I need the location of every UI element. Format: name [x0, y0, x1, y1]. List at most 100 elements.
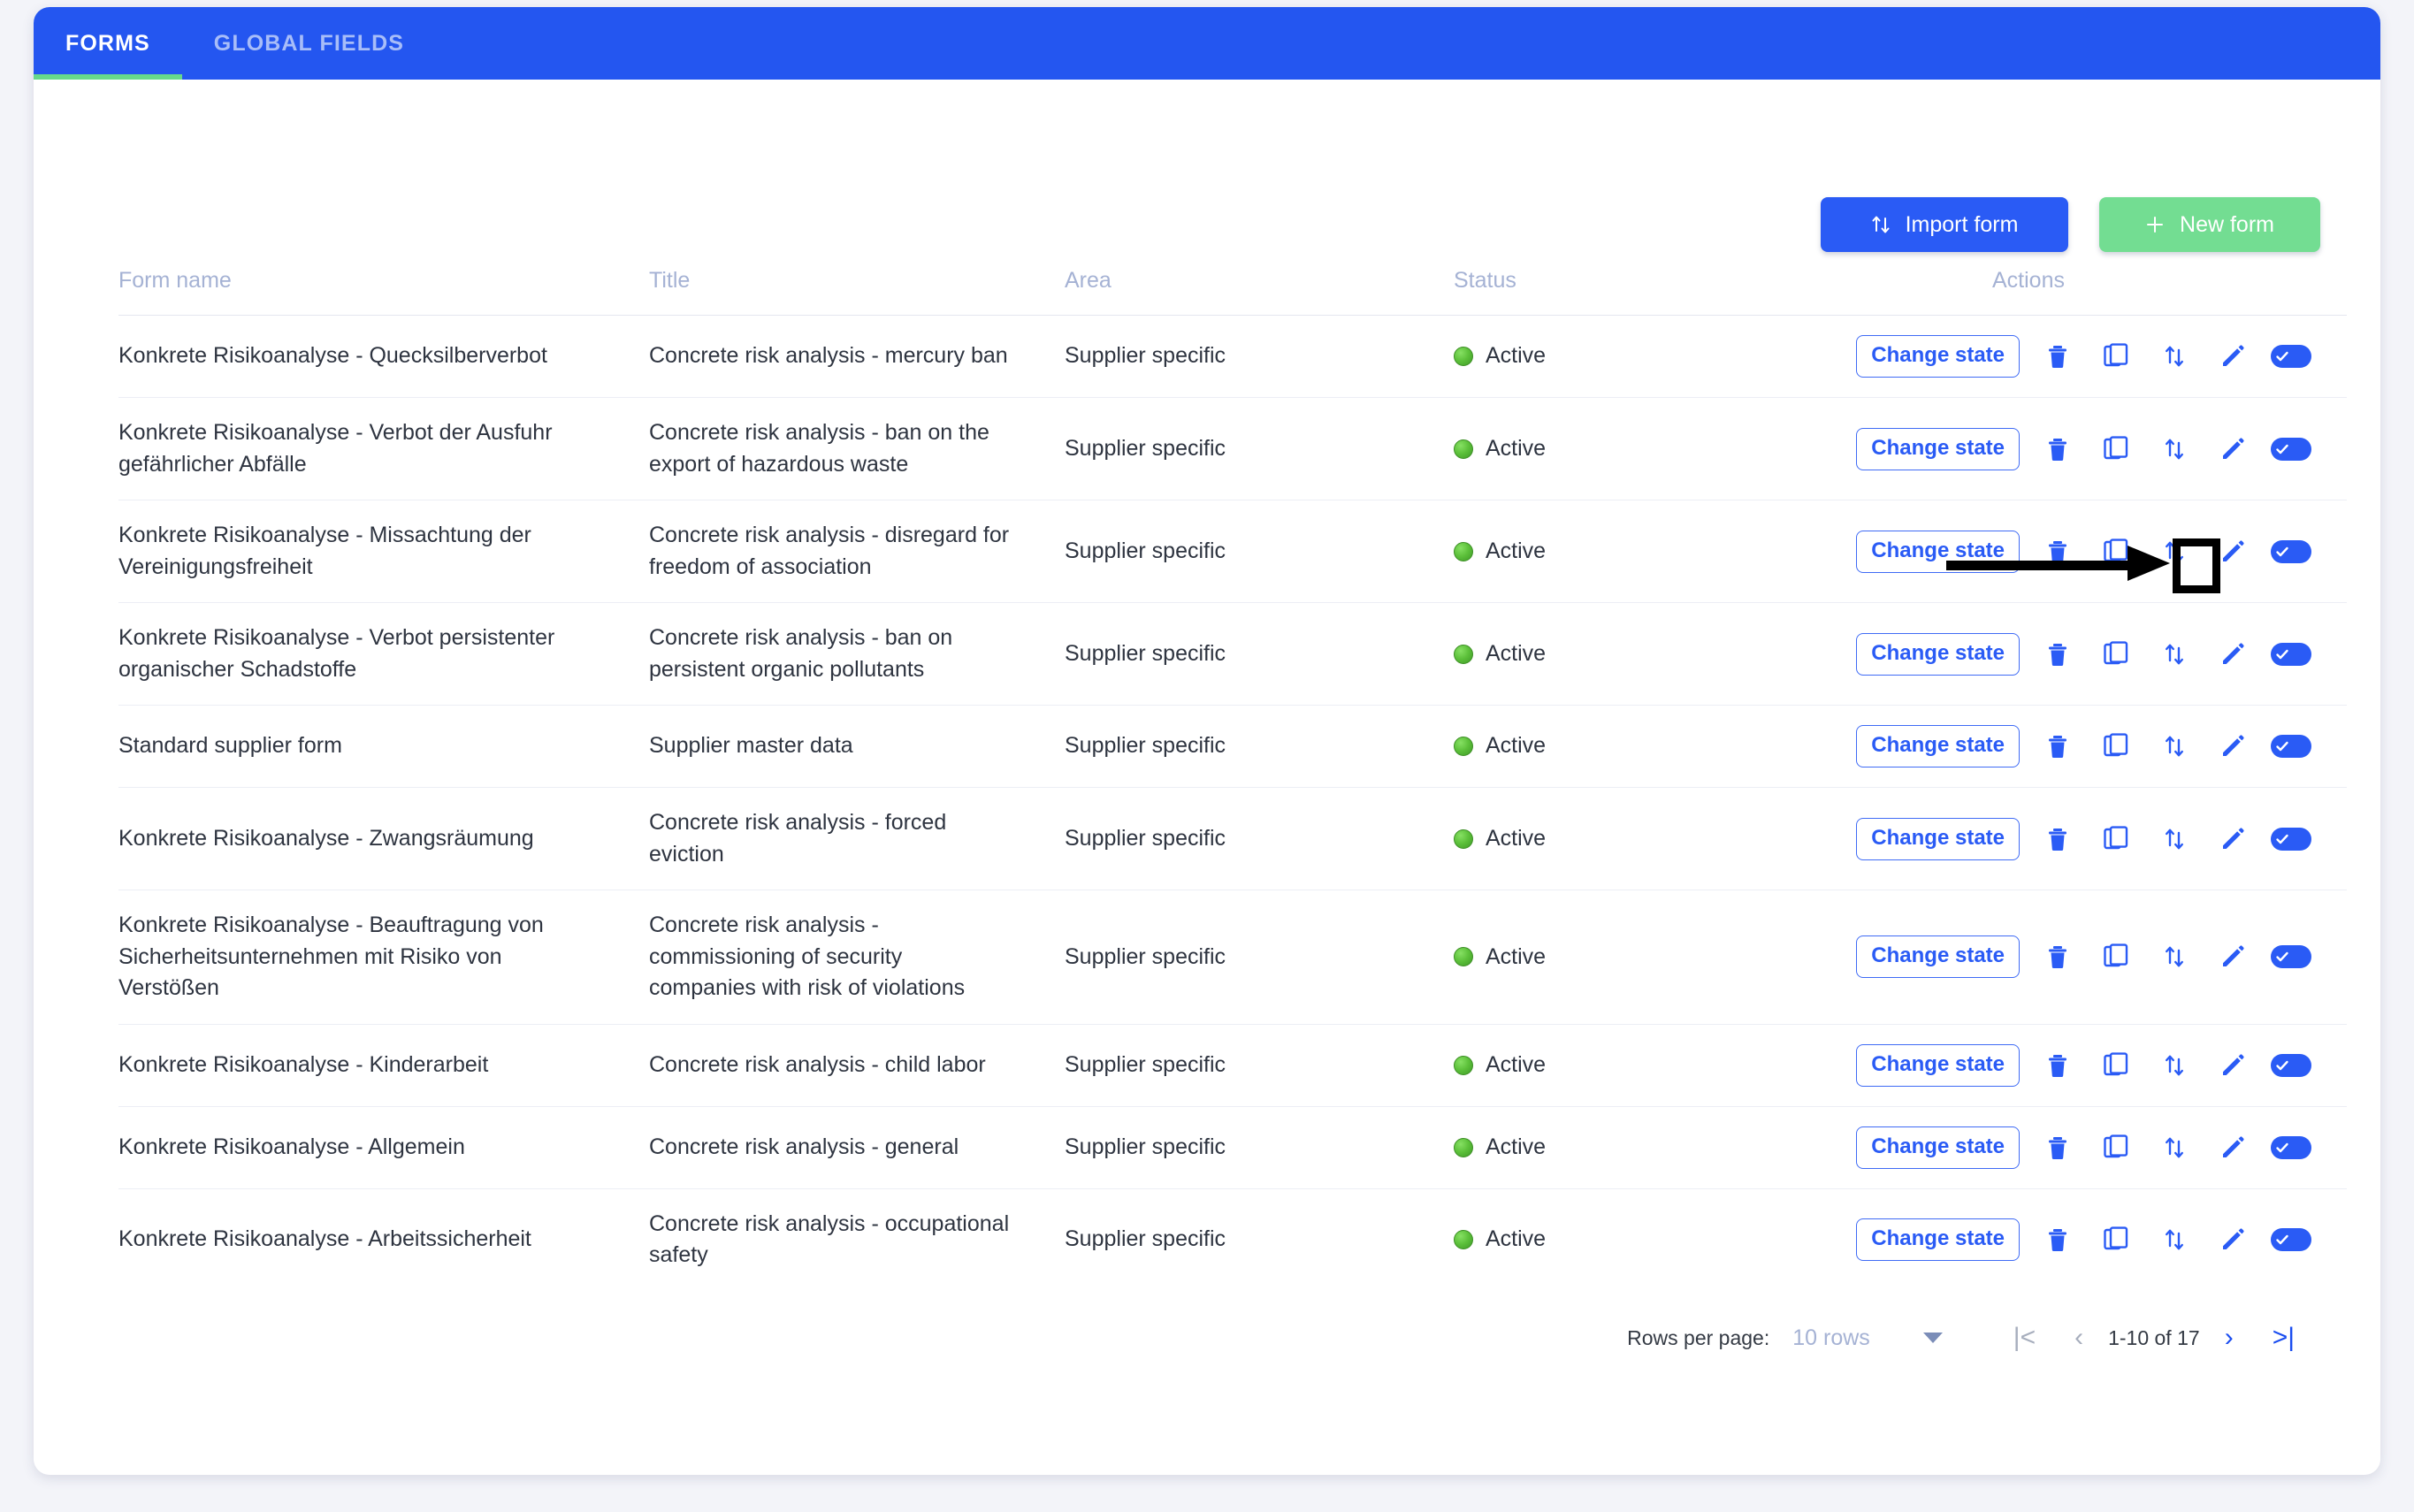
delete-icon[interactable] — [2037, 819, 2078, 859]
tab-forms[interactable]: FORMS — [34, 7, 182, 80]
pencil-icon[interactable] — [2212, 936, 2253, 977]
change-state-button[interactable]: Change state — [1856, 632, 2020, 676]
active-toggle[interactable] — [2271, 531, 2311, 572]
pencil-icon[interactable] — [2212, 531, 2253, 572]
last-page-button[interactable]: >| — [2253, 1325, 2314, 1351]
status-label: Active — [1486, 733, 1547, 759]
column-header-title: Title — [649, 268, 691, 293]
export-icon[interactable] — [2154, 819, 2195, 859]
cell-title: Supplier master data — [649, 733, 853, 759]
active-toggle[interactable] — [2271, 634, 2311, 675]
pencil-icon[interactable] — [2212, 429, 2253, 470]
delete-icon[interactable] — [2037, 336, 2078, 377]
change-state-button[interactable]: Change state — [1856, 817, 2020, 860]
tab-global-fields[interactable]: GLOBAL FIELDS — [182, 7, 436, 80]
copy-icon[interactable] — [2096, 336, 2136, 377]
delete-icon[interactable] — [2037, 634, 2078, 675]
table-row[interactable]: Konkrete Risikoanalyse - Quecksilberverb… — [118, 315, 2347, 398]
export-icon[interactable] — [2154, 1127, 2195, 1168]
table-row[interactable]: Konkrete Risikoanalyse - Verbot persiste… — [118, 602, 2347, 706]
export-icon[interactable] — [2154, 1219, 2195, 1260]
table-row[interactable]: Konkrete Risikoanalyse - Allgemein Concre… — [118, 1106, 2347, 1188]
table-row[interactable]: Standard supplier form Supplier master da… — [118, 705, 2347, 788]
delete-icon[interactable] — [2037, 429, 2078, 470]
pencil-icon[interactable] — [2212, 1219, 2253, 1260]
active-toggle[interactable] — [2271, 429, 2311, 470]
delete-icon[interactable] — [2037, 726, 2078, 767]
export-icon[interactable] — [2154, 1045, 2195, 1086]
cell-area: Supplier specific — [1065, 343, 1226, 369]
pencil-icon[interactable] — [2212, 726, 2253, 767]
cell-title: Concrete risk analysis - general — [649, 1134, 959, 1159]
copy-icon[interactable] — [2096, 1127, 2136, 1168]
next-page-button[interactable]: › — [2205, 1325, 2253, 1351]
pencil-icon[interactable] — [2212, 1045, 2253, 1086]
export-icon[interactable] — [2154, 936, 2195, 977]
change-state-button[interactable]: Change state — [1856, 725, 2020, 767]
cell-area: Supplier specific — [1065, 1051, 1226, 1077]
cell-area: Supplier specific — [1065, 435, 1226, 461]
copy-icon[interactable] — [2096, 936, 2136, 977]
change-state-button[interactable]: Change state — [1856, 530, 2020, 573]
delete-icon[interactable] — [2037, 1045, 2078, 1086]
cell-actions: Change state — [1825, 706, 2347, 788]
change-state-button[interactable]: Change state — [1856, 335, 2020, 378]
copy-icon[interactable] — [2096, 634, 2136, 675]
rows-per-page-label: Rows per page: — [1627, 1325, 1770, 1349]
prev-page-button[interactable]: ‹ — [2055, 1325, 2103, 1351]
copy-icon[interactable] — [2096, 726, 2136, 767]
change-state-button[interactable]: Change state — [1856, 935, 2020, 979]
table-header-row: Form name Title Area Status Actions — [118, 268, 2347, 316]
pencil-icon[interactable] — [2212, 634, 2253, 675]
copy-icon[interactable] — [2096, 819, 2136, 859]
copy-icon[interactable] — [2096, 1045, 2136, 1086]
copy-icon[interactable] — [2096, 531, 2136, 572]
active-toggle[interactable] — [2271, 936, 2311, 977]
cell-status: Active — [1454, 890, 1825, 1025]
active-toggle[interactable] — [2271, 1219, 2311, 1260]
tab-bar: FORMS GLOBAL FIELDS — [34, 7, 2380, 80]
delete-icon[interactable] — [2037, 531, 2078, 572]
table-row[interactable]: Konkrete Risikoanalyse - Beauftragung vo… — [118, 890, 2347, 1025]
pencil-icon[interactable] — [2212, 819, 2253, 859]
first-page-button[interactable]: |< — [1994, 1325, 2055, 1351]
export-icon[interactable] — [2154, 336, 2195, 377]
cell-actions: Change state — [1825, 890, 2347, 1025]
table-row[interactable]: Konkrete Risikoanalyse - Verbot der Ausf… — [118, 397, 2347, 500]
table-row[interactable]: Konkrete Risikoanalyse - Zwangsräumung Co… — [118, 787, 2347, 890]
table-row[interactable]: Konkrete Risikoanalyse - Arbeitssicherhe… — [118, 1188, 2347, 1291]
table-row[interactable]: Konkrete Risikoanalyse - Missachtung der… — [118, 500, 2347, 603]
table-row[interactable]: Konkrete Risikoanalyse - Kinderarbeit Con… — [118, 1024, 2347, 1106]
active-toggle[interactable] — [2271, 726, 2311, 767]
delete-icon[interactable] — [2037, 936, 2078, 977]
status-dot-icon — [1454, 1137, 1473, 1157]
active-toggle[interactable] — [2271, 336, 2311, 377]
copy-icon[interactable] — [2096, 429, 2136, 470]
active-toggle[interactable] — [2271, 819, 2311, 859]
rows-per-page-select[interactable]: 10 rows — [1792, 1325, 1943, 1351]
delete-icon[interactable] — [2037, 1219, 2078, 1260]
export-icon[interactable] — [2154, 726, 2195, 767]
export-icon[interactable] — [2154, 429, 2195, 470]
copy-icon[interactable] — [2096, 1219, 2136, 1260]
cell-area: Supplier specific — [1065, 538, 1226, 563]
change-state-button[interactable]: Change state — [1856, 1043, 2020, 1087]
new-form-button[interactable]: New form — [2099, 197, 2320, 252]
cell-form-name: Konkrete Risikoanalyse - Arbeitssicherhe… — [118, 1226, 531, 1252]
cell-form-name: Konkrete Risikoanalyse - Missachtung der… — [118, 523, 531, 579]
change-state-button[interactable]: Change state — [1856, 427, 2020, 470]
cell-title: Concrete risk analysis - forced eviction — [649, 810, 947, 867]
import-form-button[interactable]: Import form — [1821, 197, 2068, 252]
cell-area: Supplier specific — [1065, 1226, 1226, 1252]
pencil-icon[interactable] — [2212, 1127, 2253, 1168]
pencil-icon[interactable] — [2212, 336, 2253, 377]
change-state-button[interactable]: Change state — [1856, 1126, 2020, 1169]
active-toggle[interactable] — [2271, 1045, 2311, 1086]
active-toggle[interactable] — [2271, 1127, 2311, 1168]
export-icon[interactable] — [2154, 531, 2195, 572]
status-label: Active — [1486, 943, 1547, 969]
export-icon[interactable] — [2154, 634, 2195, 675]
tab-global-fields-label: GLOBAL FIELDS — [213, 30, 405, 56]
change-state-button[interactable]: Change state — [1856, 1218, 2020, 1261]
delete-icon[interactable] — [2037, 1127, 2078, 1168]
